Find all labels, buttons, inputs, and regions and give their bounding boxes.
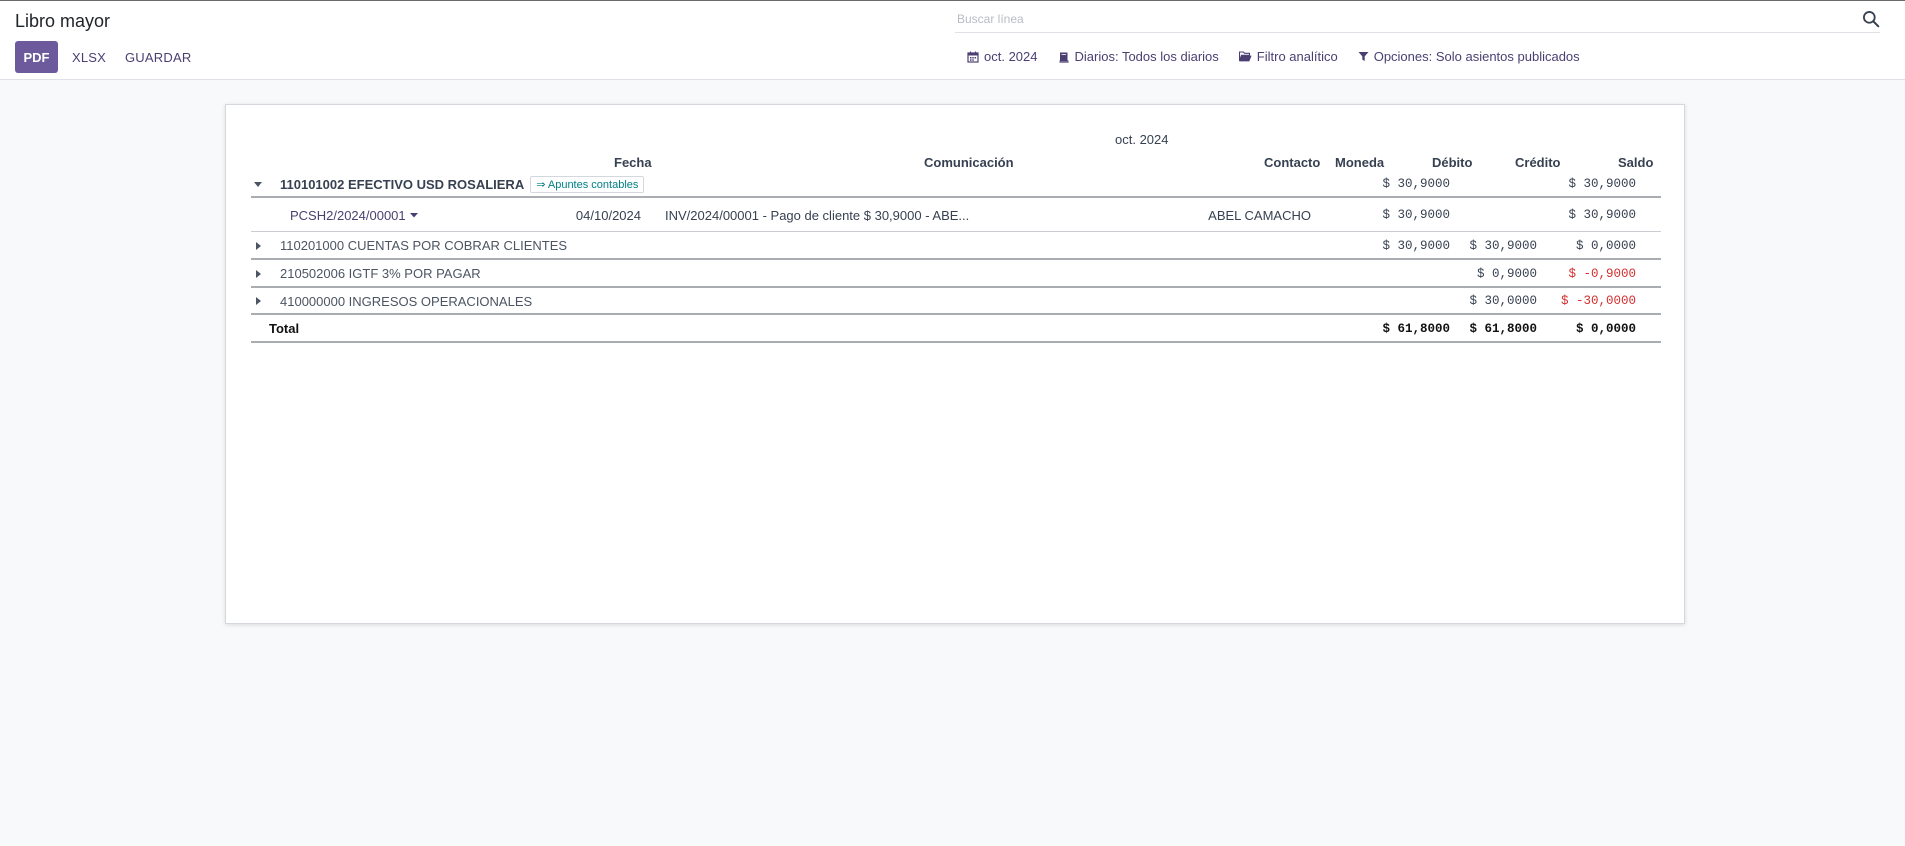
move-communication: INV/2024/00001 - Pago de cliente $ 30,90…	[665, 207, 970, 223]
book-icon	[1059, 52, 1068, 63]
search-bar	[955, 9, 1880, 33]
column-header-partner: Contacto	[1264, 155, 1321, 170]
caret-right-icon[interactable]	[251, 261, 265, 286]
balance-cell: $ -0,9000	[1568, 266, 1636, 281]
account-row[interactable]: 410000000 INGRESOS OPERACIONALES $ 30,00…	[251, 289, 1661, 315]
debit-cell: $ 30,9000	[1382, 176, 1450, 191]
options-filter[interactable]: Opciones: Solo asientos publicados	[1358, 49, 1580, 64]
total-debit: $ 61,8000	[1382, 321, 1450, 336]
credit-cell: $ 30,0000	[1469, 294, 1537, 308]
balance-cell: $ -30,0000	[1560, 294, 1636, 308]
column-header-date: Fecha	[614, 155, 652, 170]
credit-cell: $ 0,9000	[1476, 266, 1537, 281]
caret-down-icon	[409, 212, 418, 217]
journals-filter[interactable]: Diarios: Todos los diarios	[1058, 49, 1219, 64]
account-row[interactable]: 110201000 CUENTAS POR COBRAR CLIENTES $ …	[251, 233, 1661, 260]
analytic-filter[interactable]: Filtro analítico	[1238, 49, 1338, 64]
move-partner: ABEL CAMACHO	[1208, 207, 1311, 223]
folder-open-icon	[1238, 51, 1252, 62]
account-name: 110101002 EFECTIVO USD ROSALIERA	[280, 177, 525, 192]
page-title: Libro mayor	[15, 11, 111, 31]
date-filter-label: oct. 2024	[984, 49, 1038, 64]
total-credit: $ 61,8000	[1469, 321, 1537, 336]
credit-cell: $ 30,9000	[1469, 238, 1537, 253]
total-label: Total	[269, 321, 300, 336]
calendar-icon	[967, 51, 979, 63]
account-row[interactable]: 210502006 IGTF 3% POR PAGAR $ 0,9000 $ -…	[251, 261, 1661, 288]
period-header: oct. 2024	[1115, 132, 1169, 147]
move-reference-link[interactable]: PCSH2/2024/00001	[290, 208, 418, 223]
options-filter-label: Opciones: Solo asientos publicados	[1373, 49, 1580, 64]
analytic-filter-label: Filtro analítico	[1256, 49, 1338, 64]
account-row-expanded[interactable]: 110101002 EFECTIVO USD ROSALIERA ⇒ Apunt…	[251, 173, 1661, 198]
debit-cell: $ 30,9000	[1382, 238, 1450, 253]
column-header-currency: Moneda	[1335, 155, 1385, 170]
move-date: 04/10/2024	[575, 207, 641, 223]
total-row: Total $ 61,8000 $ 61,8000 $ 0,0000	[251, 316, 1661, 343]
filter-bar: oct. 2024 Diarios: Todos los diarios Fil…	[967, 49, 1580, 64]
account-name: 210502006 IGTF 3% POR PAGAR	[280, 266, 481, 281]
total-balance: $ 0,0000	[1575, 321, 1636, 336]
date-filter[interactable]: oct. 2024	[967, 49, 1038, 64]
caret-right-icon[interactable]	[251, 289, 265, 313]
xlsx-button[interactable]: XLSX	[72, 41, 106, 73]
account-name: 110201000 CUENTAS POR COBRAR CLIENTES	[280, 238, 568, 253]
column-header-communication: Comunicación	[924, 155, 1014, 170]
account-name: 410000000 INGRESOS OPERACIONALES	[280, 293, 533, 309]
journals-filter-label: Diarios: Todos los diarios	[1074, 49, 1219, 64]
balance-cell: $ 30,9000	[1568, 208, 1636, 222]
journal-items-badge[interactable]: ⇒ Apuntes contables	[530, 176, 645, 193]
search-input[interactable]	[955, 9, 1845, 29]
search-icon[interactable]	[1862, 10, 1880, 28]
move-line-row[interactable]: PCSH2/2024/00001 04/10/2024 INV/2024/000…	[251, 199, 1661, 232]
column-header-credit: Crédito	[1515, 155, 1561, 170]
column-header-debit: Débito	[1432, 155, 1473, 170]
funnel-icon	[1358, 52, 1369, 61]
balance-cell: $ 0,0000	[1575, 238, 1636, 253]
caret-right-icon[interactable]	[251, 233, 265, 258]
column-header-balance: Saldo	[1618, 155, 1654, 170]
control-panel: Libro mayor PDF XLSX GUARDAR oct. 2024	[0, 0, 1905, 80]
move-reference: PCSH2/2024/00001	[290, 207, 406, 223]
report-sheet: oct. 2024 Fecha Comunicación Contacto Mo…	[225, 104, 1685, 624]
balance-cell: $ 30,9000	[1568, 176, 1636, 191]
save-button[interactable]: GUARDAR	[125, 41, 191, 73]
caret-down-icon[interactable]	[251, 173, 265, 196]
debit-cell: $ 30,9000	[1382, 208, 1450, 222]
pdf-button[interactable]: PDF	[15, 41, 58, 73]
